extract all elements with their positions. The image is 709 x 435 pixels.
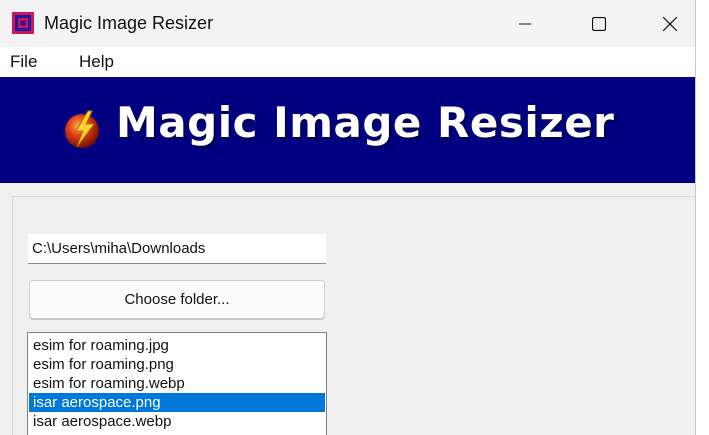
app-window: Magic Image Resizer File Help Magic Imag… [0,0,695,435]
folder-path-input[interactable] [28,234,326,264]
list-item[interactable]: esim for roaming.jpg [29,336,325,355]
menu-file[interactable]: File [10,52,37,72]
title-bar[interactable]: Magic Image Resizer [0,0,695,47]
menu-help[interactable]: Help [79,52,114,72]
minimize-button[interactable] [491,0,559,47]
list-item[interactable]: esim for roaming.webp [29,374,325,393]
close-icon [663,16,677,31]
choose-folder-button[interactable]: Choose folder... [29,280,325,319]
file-list[interactable]: esim for roaming.jpg esim for roaming.pn… [27,332,327,435]
app-banner: Magic Image Resizer [0,77,695,183]
banner-title: Magic Image Resizer [116,98,615,147]
menu-bar: File Help [0,47,695,77]
app-icon [12,12,34,34]
maximize-button[interactable] [565,0,633,47]
lightning-orb-icon [65,110,99,148]
minimize-icon [519,23,531,24]
list-item[interactable]: isar aerospace.webp [29,412,325,431]
close-button[interactable] [636,0,695,47]
background-window-edge [695,0,709,435]
window-title: Magic Image Resizer [44,13,214,33]
list-item-selected[interactable]: isar aerospace.png [29,393,325,412]
maximize-icon [592,16,606,31]
list-item[interactable]: esim for roaming.png [29,355,325,374]
